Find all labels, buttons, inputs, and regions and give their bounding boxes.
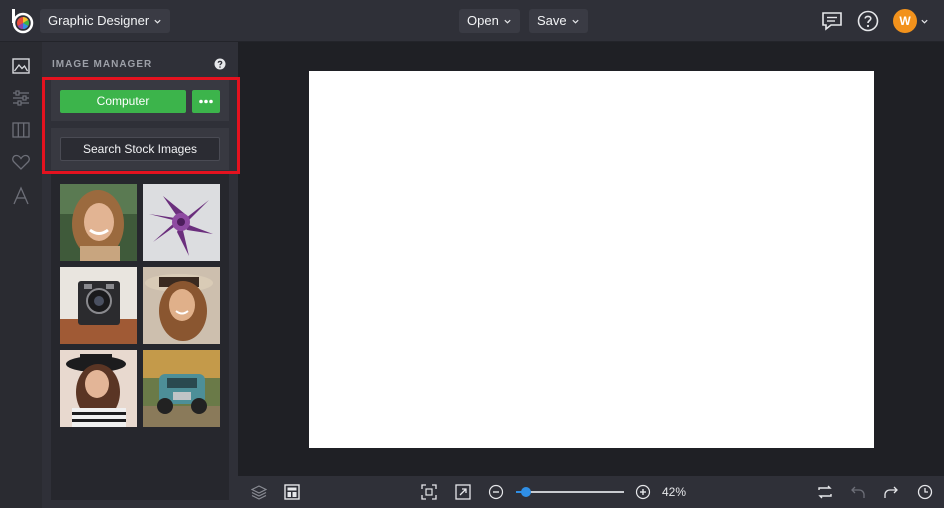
save-menu-button[interactable]: Save [529, 9, 588, 33]
zoom-out-icon[interactable] [488, 484, 504, 500]
redo-icon[interactable] [883, 484, 899, 500]
zoom-slider-knob[interactable] [521, 487, 531, 497]
chevron-down-icon [572, 19, 579, 24]
help-icon[interactable] [214, 58, 226, 70]
chevron-down-icon [504, 19, 511, 24]
thumbnail-purple-succulent[interactable] [143, 184, 220, 261]
zoom-in-icon[interactable] [635, 484, 651, 500]
zoom-slider-track[interactable] [516, 491, 624, 493]
mode-dropdown-label: Graphic Designer [48, 13, 150, 28]
help-icon[interactable] [856, 9, 880, 33]
image-icon[interactable] [11, 56, 31, 76]
chevron-down-icon [154, 19, 161, 24]
tool-sidebar [0, 42, 42, 508]
top-toolbar: Graphic Designer Open Save W [0, 0, 944, 42]
thumbnail-grid [51, 174, 229, 500]
adjust-icon[interactable] [11, 88, 31, 108]
chat-icon[interactable] [820, 9, 844, 33]
panel-title: IMAGE MANAGER [52, 59, 153, 70]
thumbnail-vintage-camera[interactable] [60, 267, 137, 344]
zoom-level-value: 42% [662, 485, 687, 499]
open-menu-button[interactable]: Open [459, 9, 520, 33]
thumbnail-vintage-truck[interactable] [143, 350, 220, 427]
expand-icon[interactable] [455, 484, 471, 500]
text-icon[interactable] [11, 186, 31, 206]
logo-icon[interactable] [9, 8, 35, 34]
flip-icon[interactable] [817, 484, 833, 500]
layout-icon[interactable] [11, 120, 31, 140]
template-icon[interactable] [284, 484, 300, 500]
thumbnail-woman-black-hat[interactable] [60, 350, 137, 427]
save-menu-label: Save [537, 13, 567, 28]
computer-upload-button[interactable]: Computer [60, 90, 186, 113]
thumbnail-woman-in-hat[interactable] [143, 267, 220, 344]
history-icon[interactable] [917, 484, 933, 500]
open-menu-label: Open [467, 13, 499, 28]
heart-icon[interactable] [11, 152, 31, 172]
undo-icon[interactable] [850, 484, 866, 500]
image-manager-panel: IMAGE MANAGER Computer Search Stock Imag… [42, 42, 238, 508]
more-options-button[interactable] [192, 90, 220, 113]
design-canvas[interactable] [309, 71, 874, 448]
more-dots-icon [199, 99, 213, 104]
thumbnail-woman-smiling[interactable] [60, 184, 137, 261]
bottom-toolbar: 42% [238, 476, 944, 508]
chevron-down-icon[interactable] [920, 17, 929, 26]
user-avatar[interactable]: W [893, 9, 917, 33]
mode-dropdown[interactable]: Graphic Designer [40, 9, 171, 33]
fit-to-screen-icon[interactable] [421, 484, 437, 500]
layers-icon[interactable] [251, 484, 267, 500]
search-stock-images-button[interactable]: Search Stock Images [60, 137, 220, 161]
